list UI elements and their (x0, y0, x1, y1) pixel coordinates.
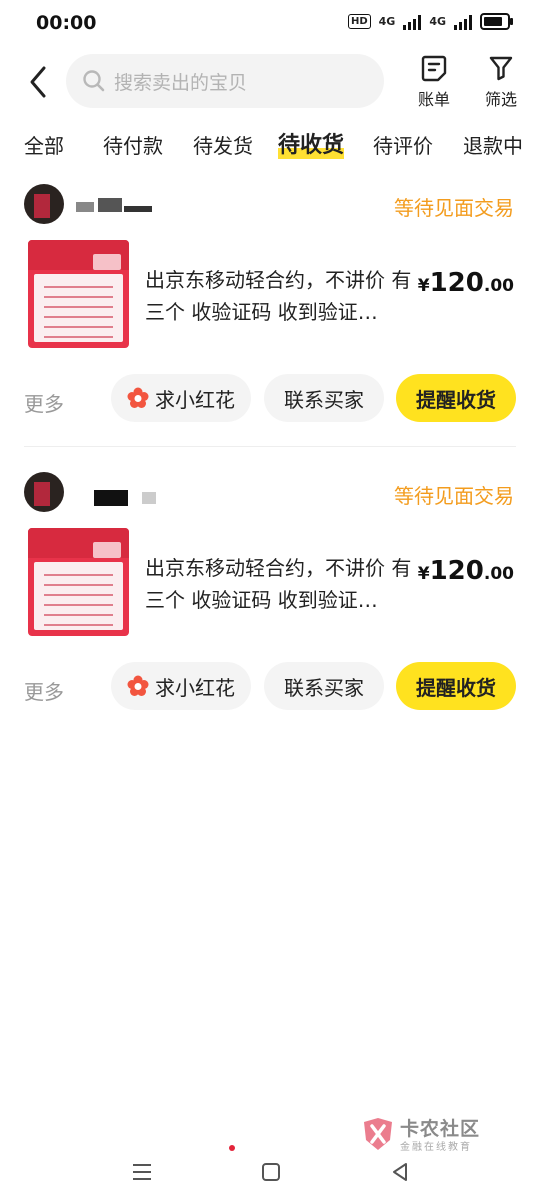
divider (24, 446, 516, 447)
more-button[interactable]: 更多 (24, 676, 64, 705)
flower-icon (127, 387, 149, 408)
tab-refunding[interactable]: 退款中 (463, 128, 523, 164)
price-decimal: .00 (483, 276, 514, 296)
contact-buyer-button[interactable]: 联系买家 (264, 662, 384, 710)
contact-buyer-button[interactable]: 联系买家 (264, 374, 384, 422)
bill-button[interactable]: 账单 (404, 54, 464, 110)
signal-icon (403, 14, 422, 30)
tab-pending-shipment[interactable]: 待发货 (193, 128, 253, 164)
status-bar: 00:00 HD 4G 4G (0, 0, 540, 48)
price-integer: 120 (429, 268, 484, 298)
tab-pending-review[interactable]: 待评价 (373, 128, 433, 164)
search-input[interactable]: 搜索卖出的宝贝 (66, 54, 384, 108)
flower-icon (127, 675, 149, 696)
price-integer: 120 (429, 556, 484, 586)
network-type-1: 4G (378, 15, 396, 28)
search-icon (83, 70, 105, 92)
battery-icon (480, 13, 513, 30)
system-nav-bar (0, 1140, 540, 1204)
back-nav-icon[interactable] (389, 1161, 411, 1183)
ask-flower-button[interactable]: 求小红花 (111, 662, 251, 710)
order-tabs: 全部 待付款 待发货 待收货 待评价 退款中 (0, 128, 540, 164)
home-icon[interactable] (260, 1161, 282, 1183)
price-symbol: ¥ (417, 564, 430, 584)
tab-pending-receipt[interactable]: 待收货 (278, 128, 345, 164)
order-card: 等待见面交易 出京东移动轻合约，不讲价 有三个 收验证码 收到验证… ¥120.… (0, 472, 540, 736)
clock: 00:00 (36, 12, 97, 34)
network-type-2: 4G (429, 15, 446, 28)
ask-flower-button[interactable]: 求小红花 (111, 374, 251, 422)
remind-receipt-button[interactable]: 提醒收货 (396, 374, 516, 422)
watermark-title: 卡农社区 (400, 1118, 481, 1140)
indicator-dot (229, 1145, 235, 1151)
tab-all[interactable]: 全部 (24, 128, 64, 164)
filter-icon (489, 56, 513, 81)
bill-icon (421, 55, 447, 82)
ask-flower-label: 求小红花 (155, 387, 235, 412)
top-bar: 搜索卖出的宝贝 账单 筛选 (0, 52, 540, 112)
product-thumbnail[interactable] (28, 528, 129, 636)
buyer-avatar[interactable] (24, 184, 64, 224)
price-decimal: .00 (483, 564, 514, 584)
product-title[interactable]: 出京东移动轻合约，不讲价 有三个 收验证码 收到验证… (145, 264, 415, 328)
order-card: 等待见面交易 出京东移动轻合约，不讲价 有三个 收验证码 收到验证… ¥120.… (0, 184, 540, 448)
order-status: 等待见面交易 (394, 196, 514, 220)
product-price: ¥120.00 (418, 268, 514, 298)
order-status: 等待见面交易 (394, 484, 514, 508)
tab-pending-receipt-label: 待收货 (278, 133, 345, 158)
status-icons: HD 4G 4G (347, 13, 513, 30)
buyer-name-redacted (72, 192, 162, 216)
bill-label: 账单 (417, 90, 450, 109)
product-title[interactable]: 出京东移动轻合约，不讲价 有三个 收验证码 收到验证… (145, 552, 415, 616)
product-thumbnail[interactable] (28, 240, 129, 348)
menu-icon[interactable] (130, 1162, 154, 1182)
search-placeholder: 搜索卖出的宝贝 (114, 71, 248, 94)
hd-badge: HD (347, 14, 371, 29)
buyer-name-redacted (72, 480, 162, 506)
back-button[interactable] (24, 62, 56, 102)
tab-pending-payment[interactable]: 待付款 (103, 128, 163, 164)
product-price: ¥120.00 (418, 556, 514, 586)
remind-receipt-button[interactable]: 提醒收货 (396, 662, 516, 710)
buyer-avatar[interactable] (24, 472, 64, 512)
filter-label: 筛选 (484, 90, 517, 109)
filter-button[interactable]: 筛选 (471, 54, 531, 110)
price-symbol: ¥ (417, 276, 430, 296)
ask-flower-label: 求小红花 (155, 675, 235, 700)
more-button[interactable]: 更多 (24, 388, 64, 417)
back-arrow-icon (30, 66, 46, 98)
signal-icon-2 (454, 14, 472, 30)
